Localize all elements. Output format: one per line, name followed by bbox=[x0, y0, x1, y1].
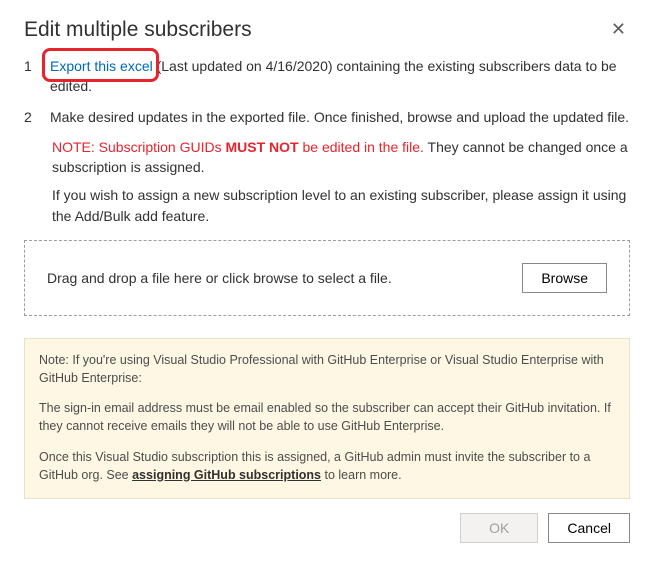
step-2-text: Make desired updates in the exported fil… bbox=[50, 109, 629, 125]
step-1: 1 Export this excel (Last updated on 4/1… bbox=[24, 56, 630, 97]
step-1-number: 1 bbox=[24, 56, 34, 97]
step-2-note: NOTE: Subscription GUIDs MUST NOT be edi… bbox=[52, 137, 630, 178]
note-red-strong: MUST NOT bbox=[226, 139, 299, 155]
info-p1: Note: If you're using Visual Studio Prof… bbox=[39, 351, 615, 387]
edit-subscribers-dialog: Edit multiple subscribers ✕ 1 Export thi… bbox=[0, 0, 654, 563]
github-info-box: Note: If you're using Visual Studio Prof… bbox=[24, 338, 630, 499]
info-p2: The sign-in email address must be email … bbox=[39, 399, 615, 435]
ok-button: OK bbox=[460, 513, 538, 543]
note-red-suffix: be edited in the file. bbox=[299, 139, 424, 155]
info-p3-post: to learn more. bbox=[321, 468, 402, 482]
close-button[interactable]: ✕ bbox=[607, 18, 630, 40]
file-dropzone[interactable]: Drag and drop a file here or click brows… bbox=[24, 240, 630, 316]
browse-button[interactable]: Browse bbox=[522, 263, 607, 293]
note-red-prefix: NOTE: Subscription GUIDs bbox=[52, 139, 226, 155]
dialog-header: Edit multiple subscribers ✕ bbox=[24, 18, 630, 56]
step-2-number: 2 bbox=[24, 107, 34, 127]
dialog-title: Edit multiple subscribers bbox=[24, 18, 252, 42]
cancel-button[interactable]: Cancel bbox=[548, 513, 630, 543]
step-2-body: Make desired updates in the exported fil… bbox=[50, 107, 630, 127]
step-2-extra: If you wish to assign a new subscription… bbox=[52, 185, 630, 226]
assigning-github-link[interactable]: assigning GitHub subscriptions bbox=[132, 468, 321, 482]
step-1-body: Export this excel (Last updated on 4/16/… bbox=[50, 56, 630, 97]
dialog-footer: OK Cancel bbox=[24, 513, 630, 543]
export-link-highlight: Export this excel bbox=[50, 56, 153, 76]
close-icon: ✕ bbox=[611, 19, 626, 39]
export-excel-link[interactable]: Export this excel bbox=[50, 58, 153, 74]
step-2: 2 Make desired updates in the exported f… bbox=[24, 107, 630, 127]
dropzone-text: Drag and drop a file here or click brows… bbox=[47, 270, 392, 286]
info-p3: Once this Visual Studio subscription thi… bbox=[39, 448, 615, 484]
